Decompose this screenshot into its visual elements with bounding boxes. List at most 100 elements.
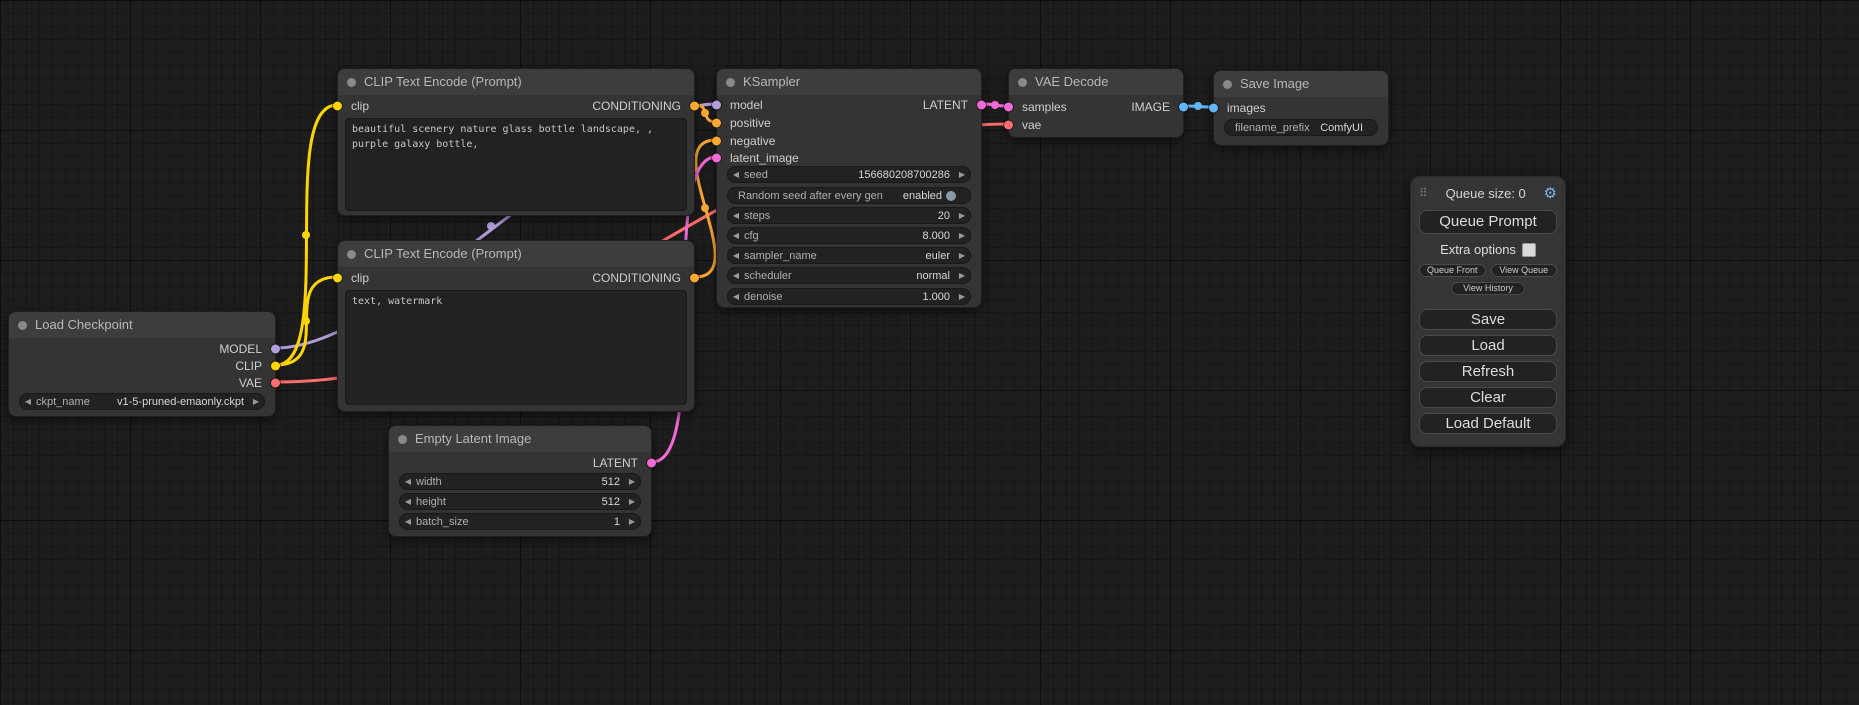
collapse-dot[interactable] [347,78,356,87]
node-clip-text-encode-negative[interactable]: CLIP Text Encode (Prompt) clip CONDITION… [337,240,695,412]
save-button[interactable]: Save [1419,309,1557,330]
decrement-arrow-icon[interactable]: ◀ [728,247,744,264]
collapse-dot[interactable] [1223,80,1232,89]
input-samples[interactable]: samples [1009,99,1067,115]
output-conditioning[interactable]: CONDITIONING [592,270,694,286]
vae-input-port[interactable] [1004,121,1013,130]
height-widget[interactable]: ◀ height 512 ▶ [399,493,641,510]
output-latent[interactable]: LATENT [923,97,981,113]
latent-output-port[interactable] [647,459,656,468]
prompt-textarea[interactable]: text, watermark [345,290,687,405]
node-vae-decode[interactable]: VAE Decode samples IMAGE vae [1008,68,1184,138]
view-history-button[interactable]: View History [1451,282,1525,295]
node-title-bar[interactable]: Load Checkpoint [9,312,275,338]
output-clip[interactable]: CLIP [235,358,275,374]
denoise-widget[interactable]: ◀ denoise 1.000 ▶ [727,288,971,305]
increment-arrow-icon[interactable]: ▶ [954,227,970,244]
collapse-dot[interactable] [18,321,27,330]
model-output-port[interactable] [271,345,280,354]
clip-output-port[interactable] [271,362,280,371]
decrement-arrow-icon[interactable]: ◀ [400,473,416,490]
drag-handle-icon[interactable]: ⠿ [1419,186,1428,200]
node-title-bar[interactable]: VAE Decode [1009,69,1183,95]
increment-arrow-icon[interactable]: ▶ [954,247,970,264]
node-empty-latent-image[interactable]: Empty Latent Image LATENT ◀ width 512 ▶ … [388,425,652,537]
latent-output-port[interactable] [977,101,986,110]
node-title-bar[interactable]: CLIP Text Encode (Prompt) [338,241,694,267]
node-title-bar[interactable]: Empty Latent Image [389,426,651,452]
extra-options-checkbox[interactable] [1522,243,1536,257]
ckpt-name-widget[interactable]: ◀ ckpt_name v1-5-pruned-emaonly.ckpt ▶ [19,393,265,410]
node-title-bar[interactable]: CLIP Text Encode (Prompt) [338,69,694,95]
increment-arrow-icon[interactable]: ▶ [624,513,640,530]
positive-input-port[interactable] [712,119,721,128]
node-title-bar[interactable]: Save Image [1214,71,1388,97]
refresh-button[interactable]: Refresh [1419,361,1557,382]
toggle-indicator[interactable] [946,191,956,201]
decrement-arrow-icon[interactable]: ◀ [728,288,744,305]
conditioning-output-port[interactable] [690,274,699,283]
input-images[interactable]: images [1214,100,1266,116]
samples-input-port[interactable] [1004,103,1013,112]
collapse-dot[interactable] [726,78,735,87]
output-image[interactable]: IMAGE [1131,99,1183,115]
load-default-button[interactable]: Load Default [1419,413,1557,434]
seed-widget[interactable]: ◀ seed 156680208700286 ▶ [727,166,971,183]
collapse-dot[interactable] [398,435,407,444]
decrement-arrow-icon[interactable]: ◀ [728,227,744,244]
input-model[interactable]: model [717,97,763,113]
load-button[interactable]: Load [1419,335,1557,356]
output-vae[interactable]: VAE [239,375,275,391]
decrement-arrow-icon[interactable]: ◀ [400,513,416,530]
negative-input-port[interactable] [712,137,721,146]
input-clip[interactable]: clip [338,270,369,286]
input-vae[interactable]: vae [1009,117,1041,133]
images-input-port[interactable] [1209,104,1218,113]
increment-arrow-icon[interactable]: ▶ [624,493,640,510]
queue-front-button[interactable]: Queue Front [1419,264,1486,277]
batch-size-widget[interactable]: ◀ batch_size 1 ▶ [399,513,641,530]
output-conditioning[interactable]: CONDITIONING [592,98,694,114]
input-latent-image[interactable]: latent_image [717,150,799,166]
latent-image-input-port[interactable] [712,154,721,163]
clear-button[interactable]: Clear [1419,387,1557,408]
node-save-image[interactable]: Save Image images filename_prefix ComfyU… [1213,70,1389,146]
node-graph-canvas[interactable]: Load Checkpoint MODEL CLIP VAE ◀ ckpt_na… [0,0,1859,705]
node-title-bar[interactable]: KSampler [717,69,981,95]
settings-gear-icon[interactable]: ⚙ [1544,184,1557,202]
scheduler-widget[interactable]: ◀ scheduler normal ▶ [727,267,971,284]
clip-input-port[interactable] [333,274,342,283]
decrement-arrow-icon[interactable]: ◀ [728,267,744,284]
cfg-widget[interactable]: ◀ cfg 8.000 ▶ [727,227,971,244]
output-latent[interactable]: LATENT [593,455,651,471]
node-load-checkpoint[interactable]: Load Checkpoint MODEL CLIP VAE ◀ ckpt_na… [8,311,276,417]
increment-arrow-icon[interactable]: ▶ [954,267,970,284]
increment-arrow-icon[interactable]: ▶ [248,393,264,410]
vae-output-port[interactable] [271,379,280,388]
input-clip[interactable]: clip [338,98,369,114]
decrement-arrow-icon[interactable]: ◀ [20,393,36,410]
increment-arrow-icon[interactable]: ▶ [954,166,970,183]
increment-arrow-icon[interactable]: ▶ [624,473,640,490]
prompt-textarea[interactable]: beautiful scenery nature glass bottle la… [345,118,687,211]
output-model[interactable]: MODEL [219,341,275,357]
view-queue-button[interactable]: View Queue [1491,264,1558,277]
input-positive[interactable]: positive [717,115,771,131]
increment-arrow-icon[interactable]: ▶ [954,207,970,224]
queue-prompt-button[interactable]: Queue Prompt [1419,210,1557,234]
image-output-port[interactable] [1179,103,1188,112]
input-negative[interactable]: negative [717,133,775,149]
decrement-arrow-icon[interactable]: ◀ [728,166,744,183]
random-seed-toggle[interactable]: Random seed after every gen enabled [727,187,971,204]
filename-prefix-widget[interactable]: filename_prefix ComfyUI [1224,119,1378,136]
increment-arrow-icon[interactable]: ▶ [954,288,970,305]
node-ksampler[interactable]: KSampler model LATENT positive negative … [716,68,982,308]
collapse-dot[interactable] [1018,78,1027,87]
node-clip-text-encode-positive[interactable]: CLIP Text Encode (Prompt) clip CONDITION… [337,68,695,216]
steps-widget[interactable]: ◀ steps 20 ▶ [727,207,971,224]
decrement-arrow-icon[interactable]: ◀ [728,207,744,224]
conditioning-output-port[interactable] [690,102,699,111]
sampler-name-widget[interactable]: ◀ sampler_name euler ▶ [727,247,971,264]
clip-input-port[interactable] [333,102,342,111]
model-input-port[interactable] [712,101,721,110]
